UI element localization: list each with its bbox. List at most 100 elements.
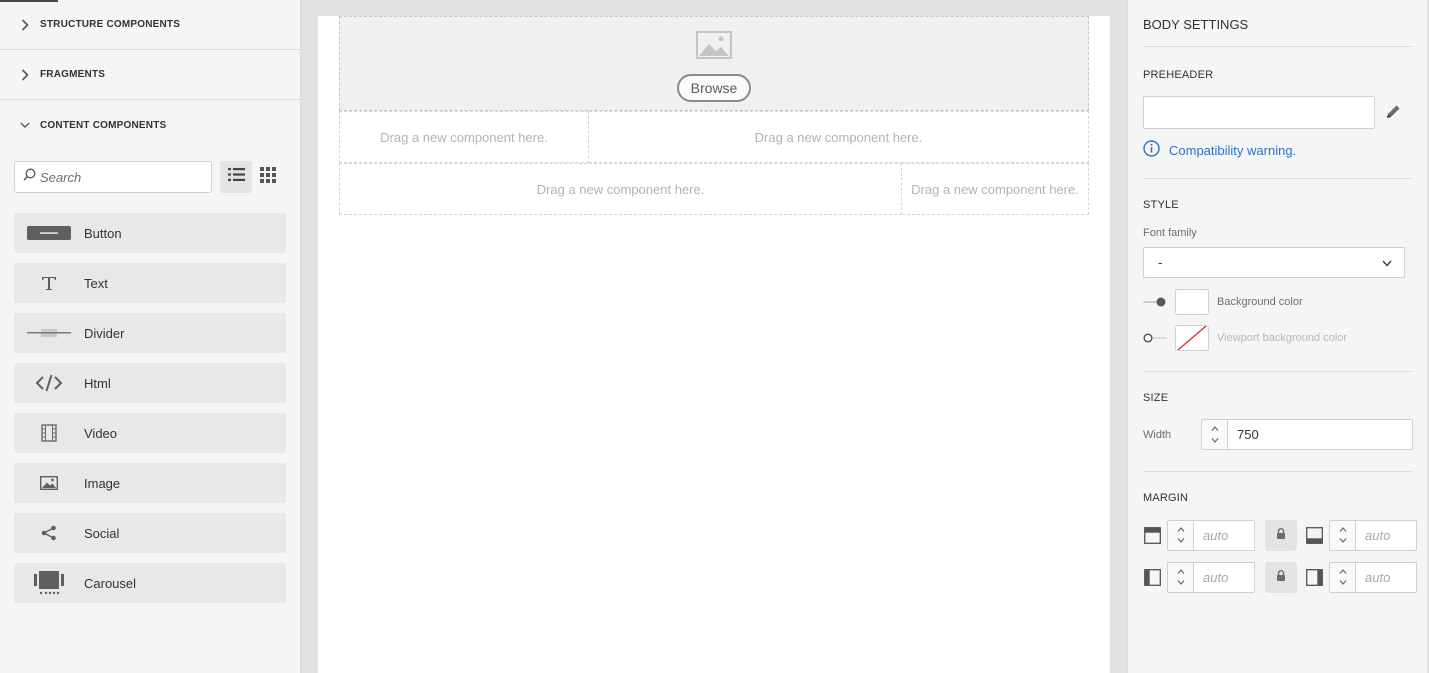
- component-label: Image: [84, 475, 121, 491]
- image-placeholder-block[interactable]: Browse: [339, 16, 1089, 111]
- carousel-icon: [14, 571, 84, 595]
- fragments-section[interactable]: FRAGMENTS: [0, 50, 300, 100]
- component-label: Html: [84, 375, 111, 391]
- body-settings-panel: BODY SETTINGS PREHEADER Compatibility wa…: [1127, 0, 1429, 673]
- divider: [1143, 471, 1413, 472]
- viewport-color-toggle[interactable]: [1143, 332, 1167, 344]
- margin-left-input[interactable]: auto: [1193, 561, 1255, 593]
- panel-title: BODY SETTINGS: [1143, 17, 1249, 32]
- component-search-row: [14, 161, 286, 193]
- font-family-value: -: [1158, 255, 1163, 270]
- component-label: Video: [84, 425, 118, 441]
- font-family-select[interactable]: -: [1143, 247, 1405, 278]
- grid-view-button[interactable]: [252, 161, 284, 193]
- component-button[interactable]: Button: [14, 213, 286, 253]
- section-label: FRAGMENTS: [40, 69, 106, 80]
- divider-icon: [14, 328, 84, 338]
- structure-components-section[interactable]: STRUCTURE COMPONENTS: [0, 0, 300, 50]
- info-icon: [1143, 140, 1160, 160]
- compatibility-warning-link[interactable]: Compatibility warning.: [1143, 140, 1296, 160]
- margin-right-input[interactable]: auto: [1355, 561, 1417, 593]
- preheader-heading: PREHEADER: [1143, 69, 1214, 81]
- grid-icon: [259, 166, 277, 188]
- component-video[interactable]: Video: [14, 413, 286, 453]
- search-input[interactable]: [36, 169, 196, 185]
- size-heading: SIZE: [1143, 392, 1169, 404]
- button-icon: [14, 226, 84, 240]
- background-color-row: Background color: [1143, 289, 1303, 315]
- component-html[interactable]: Html: [14, 363, 286, 403]
- chevron-right-icon: [20, 18, 30, 31]
- viewport-color-label: Viewport background color: [1217, 332, 1348, 344]
- margin-top-stepper[interactable]: [1167, 519, 1193, 551]
- lock-vertical-button[interactable]: [1265, 519, 1297, 551]
- preheader-input[interactable]: [1143, 96, 1375, 129]
- stepper-down-icon[interactable]: [1339, 580, 1347, 586]
- editor-canvas-area: Browse Drag a new component here. Drag a…: [301, 0, 1127, 673]
- margin-heading: MARGIN: [1143, 492, 1189, 504]
- component-carousel[interactable]: Carousel: [14, 563, 286, 603]
- margin-top-input[interactable]: auto: [1193, 519, 1255, 551]
- width-label: Width: [1143, 429, 1172, 441]
- component-label: Carousel: [84, 575, 137, 591]
- width-input[interactable]: 750: [1227, 419, 1413, 450]
- margin-bottom-icon: [1305, 526, 1323, 544]
- section-label: CONTENT COMPONENTS: [40, 119, 167, 131]
- margin-bottom-stepper[interactable]: [1329, 519, 1355, 551]
- margin-right-stepper[interactable]: [1329, 561, 1355, 593]
- list-icon: [227, 167, 245, 187]
- section-label: STRUCTURE COMPONENTS: [40, 19, 181, 30]
- viewport-color-swatch[interactable]: [1175, 325, 1209, 351]
- background-color-label: Background color: [1217, 296, 1303, 308]
- text-icon: [14, 275, 84, 291]
- divider: [1143, 371, 1413, 372]
- font-family-label: Font family: [1143, 227, 1197, 239]
- share-icon: [14, 525, 84, 541]
- browse-button[interactable]: Browse: [676, 74, 752, 102]
- viewport-color-row: Viewport background color: [1143, 325, 1347, 351]
- search-box[interactable]: [14, 161, 212, 193]
- margin-right-icon: [1305, 568, 1323, 586]
- stepper-up-icon[interactable]: [1339, 526, 1347, 532]
- margin-top-icon: [1143, 526, 1161, 544]
- drop-zone[interactable]: Drag a new component here.: [902, 163, 1089, 215]
- width-stepper[interactable]: [1201, 419, 1227, 450]
- divider: [1143, 46, 1413, 47]
- components-panel: STRUCTURE COMPONENTS FRAGMENTS CONTENT C…: [0, 0, 301, 673]
- stepper-up-icon[interactable]: [1177, 568, 1185, 574]
- stepper-up-icon[interactable]: [1177, 526, 1185, 532]
- margin-left-icon: [1143, 568, 1161, 586]
- component-image[interactable]: Image: [14, 463, 286, 503]
- search-icon: [23, 168, 36, 186]
- email-body[interactable]: Browse Drag a new component here. Drag a…: [318, 16, 1110, 673]
- video-icon: [14, 424, 84, 442]
- lock-horizontal-button[interactable]: [1265, 561, 1297, 593]
- stepper-up-icon[interactable]: [1211, 426, 1219, 432]
- component-text[interactable]: Text: [14, 263, 286, 303]
- stepper-down-icon[interactable]: [1177, 580, 1185, 586]
- stepper-up-icon[interactable]: [1339, 568, 1347, 574]
- style-heading: STYLE: [1143, 199, 1179, 211]
- drop-zone[interactable]: Drag a new component here.: [589, 111, 1089, 163]
- background-color-toggle[interactable]: [1143, 296, 1167, 308]
- drop-zone[interactable]: Drag a new component here.: [339, 111, 589, 163]
- content-components-section[interactable]: CONTENT COMPONENTS: [0, 100, 300, 150]
- structure-row: Drag a new component here. Drag a new co…: [339, 163, 1089, 215]
- component-divider[interactable]: Divider: [14, 313, 286, 353]
- drop-zone[interactable]: Drag a new component here.: [339, 163, 902, 215]
- stepper-down-icon[interactable]: [1339, 538, 1347, 544]
- margin-bottom-input[interactable]: auto: [1355, 519, 1417, 551]
- list-view-button[interactable]: [220, 161, 252, 193]
- stepper-down-icon[interactable]: [1211, 437, 1219, 443]
- component-label: Button: [84, 225, 122, 241]
- margin-row-horizontal: auto auto: [1143, 561, 1417, 593]
- background-color-swatch[interactable]: [1175, 289, 1209, 315]
- structure-row: Drag a new component here. Drag a new co…: [339, 111, 1089, 163]
- pencil-icon[interactable]: [1385, 104, 1401, 125]
- stepper-down-icon[interactable]: [1177, 538, 1185, 544]
- component-label: Text: [84, 275, 108, 291]
- margin-left-stepper[interactable]: [1167, 561, 1193, 593]
- code-icon: [14, 374, 84, 392]
- component-social[interactable]: Social: [14, 513, 286, 553]
- divider: [1143, 178, 1413, 179]
